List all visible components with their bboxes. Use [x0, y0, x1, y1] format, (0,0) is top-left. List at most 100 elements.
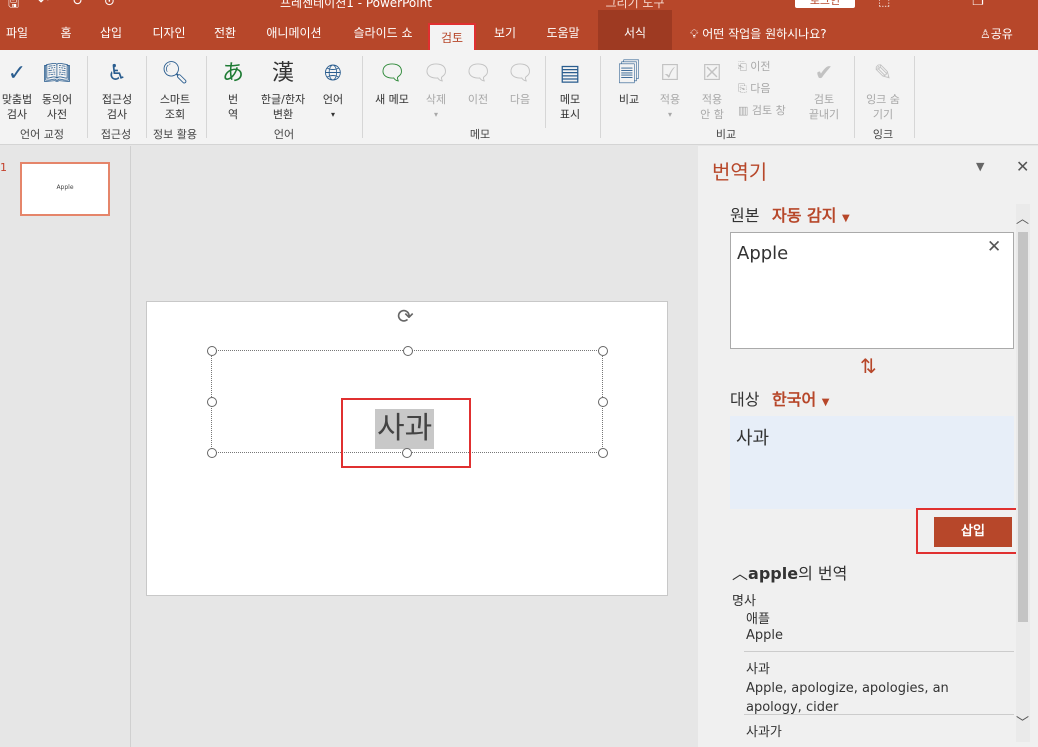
globe-icon: 🌐︎ [324, 61, 342, 86]
language-button[interactable]: 🌐︎ 언어 ▾ [314, 56, 352, 122]
tab-animations[interactable]: 애니메이션 [256, 10, 332, 50]
tab-transitions[interactable]: 전환 [204, 10, 246, 50]
chevron-down-icon: ▾ [667, 110, 672, 119]
delete-comment-button[interactable]: 🗨 삭제 ▾ [418, 56, 454, 122]
part-of-speech: 명사 [732, 594, 756, 609]
resize-handle[interactable] [402, 448, 412, 458]
scroll-down-icon[interactable]: ﹀ [1016, 712, 1029, 731]
reviewing-pane-button[interactable]: ▥ 검토 창 [738, 102, 786, 118]
group-separator [206, 56, 207, 138]
group-label-ink: 잉크 [872, 128, 894, 141]
previous-change-button[interactable]: ⎗ 이전 [738, 58, 771, 74]
resize-handle[interactable] [207, 346, 217, 356]
undo-icon[interactable]: ↶ [38, 0, 49, 9]
reject-icon: ☒ [702, 61, 722, 86]
chevron-down-icon: ▾ [330, 110, 335, 119]
divider [744, 714, 1014, 715]
ribbon-tabs: 파일 홈 삽입 디자인 전환 애니메이션 슬라이드 쇼 검토 보기 도움말 서식… [0, 10, 1038, 50]
close-icon[interactable]: ✕ [1016, 157, 1029, 176]
book-icon: 📖︎ [43, 61, 71, 86]
previous-icon: ⎗ [738, 60, 751, 73]
next-comment-icon: 🗨 [506, 61, 534, 86]
scrollbar-thumb[interactable] [1018, 232, 1028, 622]
thesaurus-button[interactable]: 📖︎ 동의어 사전 [36, 56, 78, 122]
ribbon-display-icon[interactable]: ⬚ [878, 0, 890, 9]
reject-button[interactable]: ☒ 적용 안 함 [692, 56, 732, 122]
smart-lookup-button[interactable]: 🔍︎ 스마트 조회 [150, 56, 200, 122]
divider [744, 651, 1014, 652]
resize-handle[interactable] [403, 346, 413, 356]
end-review-button[interactable]: ✔ 검토 끝내기 [804, 56, 844, 122]
slide-editor: ⟳ 사과 [131, 146, 698, 747]
spell-check-button[interactable]: ✓ 맞춤법 검사 [0, 56, 34, 122]
tab-home[interactable]: 홈 [50, 10, 82, 50]
scroll-up-icon[interactable]: ︿ [1016, 208, 1029, 227]
tab-help[interactable]: 도움말 [536, 10, 590, 50]
next-change-button[interactable]: ⎘ 다음 [738, 80, 771, 96]
group-label-accessibility: 접근성 [100, 128, 132, 141]
tab-review[interactable]: 검토 [428, 23, 476, 50]
resize-handle[interactable] [207, 448, 217, 458]
slide-number: 1 [0, 161, 7, 174]
resize-handle[interactable] [598, 397, 608, 407]
new-comment-button[interactable]: 🗨 새 메모 [370, 56, 414, 107]
compare-icon: 🗐 [618, 61, 640, 86]
restore-icon[interactable]: ❐ [972, 0, 984, 9]
group-label-language: 언어 [273, 128, 295, 141]
search-icon: 🔍︎ [161, 61, 189, 86]
dictionary-heading[interactable]: ︿apple의 번역 [732, 560, 847, 584]
tab-view[interactable]: 보기 [484, 10, 526, 50]
accessibility-check-button[interactable]: ♿︎ 접근성 검사 [92, 56, 142, 122]
chevron-down-icon: ▼ [842, 213, 850, 224]
dict-meaning: Apple, apologize, apologies, an apology,… [746, 681, 949, 715]
resize-handle[interactable] [207, 397, 217, 407]
pane-options-icon[interactable]: ▼ [976, 160, 984, 173]
dict-term: 사과 [746, 662, 770, 677]
ink-icon: ✎ [873, 61, 893, 86]
tell-me-box[interactable]: 💡︎ 어떤 작업을 원하시나요? [690, 10, 827, 50]
slide-thumbnail[interactable]: Apple [20, 162, 110, 216]
hide-ink-button[interactable]: ✎ 잉크 숨 기기 [860, 56, 906, 122]
context-title: 그리기 도구 [605, 0, 665, 10]
swap-languages-icon[interactable]: ⇅ [860, 354, 877, 378]
presentation-icon[interactable]: ⊙ [104, 0, 115, 9]
resize-handle[interactable] [598, 448, 608, 458]
title-bar: 🖫 ↶ ↻ ⊙ 프레젠테이션1 - PowerPoint 그리기 도구 로그인 … [0, 0, 1038, 10]
resize-handle[interactable] [598, 346, 608, 356]
target-language-select[interactable]: 한국어 ▼ [772, 386, 829, 410]
slide-canvas[interactable]: ⟳ 사과 [146, 301, 668, 596]
tab-slideshow[interactable]: 슬라이드 쇼 [342, 10, 424, 50]
compare-button[interactable]: 🗐 비교 [610, 56, 648, 107]
pane-title: 번역기 [712, 160, 768, 184]
clear-icon[interactable]: ✕ [987, 237, 1001, 257]
save-icon[interactable]: 🖫 [8, 0, 19, 10]
tab-design[interactable]: 디자인 [142, 10, 196, 50]
source-text-input[interactable]: Apple ✕ [730, 232, 1014, 349]
end-review-icon: ✔ [814, 61, 834, 86]
target-text: 사과 [736, 428, 770, 449]
tab-format[interactable]: 서식 [598, 10, 672, 50]
login-button[interactable]: 로그인 [795, 0, 855, 8]
group-label-insights: 정보 활용 [153, 128, 197, 141]
next-icon: ⎘ [738, 82, 751, 95]
source-language-select[interactable]: 자동 감지 ▼ [772, 202, 850, 226]
group-separator [914, 56, 915, 138]
accessibility-icon: ♿︎ [107, 61, 127, 86]
slide-thumbnails-pane: 1 Apple [0, 146, 131, 747]
previous-comment-button[interactable]: 🗨 이전 [460, 56, 496, 107]
translate-button[interactable]: あ번 역 [214, 56, 252, 122]
redo-icon[interactable]: ↻ [72, 0, 83, 9]
selected-text[interactable]: 사과 [375, 409, 435, 449]
chevron-down-icon: ▾ [433, 110, 438, 119]
hanja-convert-button[interactable]: 漢 한글/한자 변환 [254, 56, 312, 122]
show-comments-button[interactable]: ▤ 메모 표시 [550, 56, 590, 122]
dict-term: 사과가 [746, 725, 782, 740]
share-button[interactable]: ♙공유 [980, 10, 1013, 50]
scrollbar[interactable] [1016, 204, 1030, 742]
tab-insert[interactable]: 삽입 [90, 10, 132, 50]
rotate-handle-icon[interactable]: ⟳ [397, 304, 414, 328]
accept-button[interactable]: ☑ 적용 ▾ [652, 56, 688, 122]
insert-button[interactable]: 삽입 [934, 517, 1012, 547]
next-comment-button[interactable]: 🗨 다음 [502, 56, 538, 107]
tab-file[interactable]: 파일 [0, 10, 34, 50]
